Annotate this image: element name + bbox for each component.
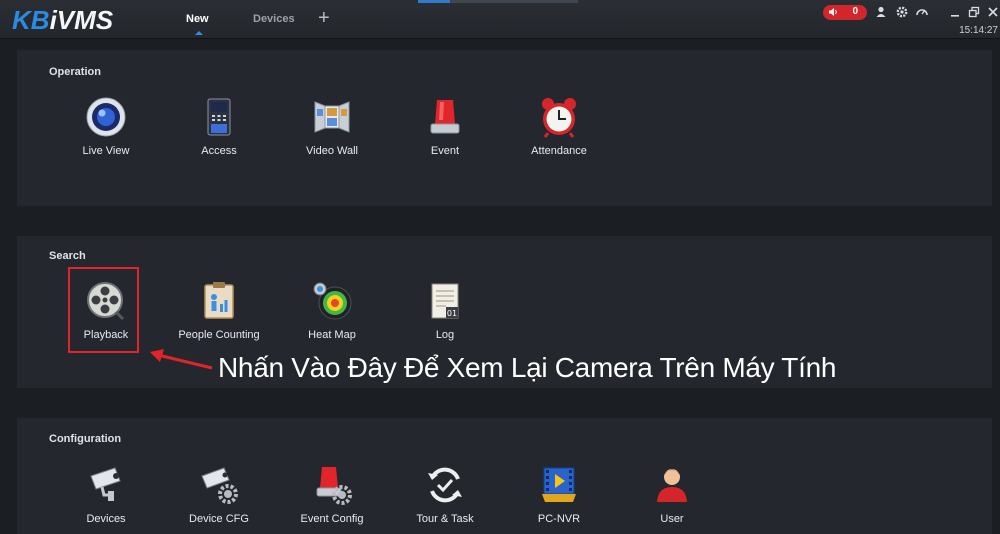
playback-highlight-box xyxy=(68,267,139,353)
video-wall-label: Video Wall xyxy=(306,145,358,157)
people-counting-icon xyxy=(204,282,234,319)
top-scroll-indicator xyxy=(418,0,450,3)
settings-gear-icon[interactable] xyxy=(895,5,909,19)
event-label: Event xyxy=(430,145,460,157)
alarm-clock-icon xyxy=(542,98,576,138)
user-account-icon[interactable] xyxy=(874,5,888,19)
configuration-title: Configuration xyxy=(49,433,122,445)
close-icon[interactable] xyxy=(986,5,1000,19)
refresh-check-icon xyxy=(428,467,462,503)
log-icon: 01 xyxy=(431,283,459,319)
log-label: Log xyxy=(435,329,455,341)
alarm-button[interactable]: 0 xyxy=(823,5,867,20)
performance-gauge-icon[interactable] xyxy=(915,5,929,19)
minimize-icon[interactable] xyxy=(948,5,962,19)
user-label: User xyxy=(660,513,684,525)
device-cfg-tile[interactable]: Device CFG xyxy=(163,464,275,525)
heat-map-icon xyxy=(313,282,352,320)
configuration-panel: Configuration Devices Device CFG Event C… xyxy=(17,418,992,534)
clock-display: 15:14:27 xyxy=(959,25,998,36)
heat-map-label: Heat Map xyxy=(308,329,356,341)
tour-task-tile[interactable]: Tour & Task xyxy=(389,464,501,525)
devices-tile[interactable]: Devices xyxy=(50,464,162,525)
alarm-count: 0 xyxy=(852,6,858,17)
live-view-tile[interactable]: Live View xyxy=(50,96,162,157)
app-logo: KBiVMS xyxy=(12,5,113,36)
operation-panel: Operation Live View Access Video Wall Ev… xyxy=(17,50,992,206)
pc-nvr-tile[interactable]: PC-NVR xyxy=(503,464,615,525)
camera-gear-icon xyxy=(201,467,238,504)
logo-ivms: iVMS xyxy=(49,5,114,35)
video-file-icon xyxy=(542,467,576,502)
event-icon xyxy=(430,100,460,134)
user-tile[interactable]: User xyxy=(616,464,728,525)
event-config-label: Event Config xyxy=(300,513,364,525)
attendance-tile[interactable]: Attendance xyxy=(503,96,615,157)
devices-label: Devices xyxy=(86,513,126,525)
operation-title: Operation xyxy=(49,66,101,78)
live-view-label: Live View xyxy=(82,145,130,157)
svg-text:01: 01 xyxy=(447,309,457,318)
event-gear-icon xyxy=(316,467,352,505)
access-tile[interactable]: Access xyxy=(163,96,275,157)
annotation-caption: Nhấn Vào Đây Để Xem Lại Camera Trên Máy … xyxy=(218,352,837,383)
tour-task-label: Tour & Task xyxy=(416,513,474,525)
live-view-icon xyxy=(86,97,126,137)
camera-icon xyxy=(90,467,121,501)
restore-icon[interactable] xyxy=(967,5,981,19)
user-icon xyxy=(657,469,687,502)
tab-new[interactable]: New xyxy=(186,13,209,25)
tab-active-pointer xyxy=(195,31,203,35)
pc-nvr-label: PC-NVR xyxy=(537,513,581,525)
access-label: Access xyxy=(201,145,237,157)
access-icon xyxy=(207,98,231,136)
people-counting-tile[interactable]: People Counting xyxy=(163,280,275,341)
title-bar: KBiVMS New Devices + 0 15:14:27 xyxy=(0,0,1000,39)
heat-map-tile[interactable]: Heat Map xyxy=(276,280,388,341)
add-tab-icon[interactable]: + xyxy=(318,8,330,28)
video-wall-icon xyxy=(314,101,350,133)
annotation-arrow-icon xyxy=(150,349,213,370)
event-tile[interactable]: Event xyxy=(389,96,501,157)
speaker-icon xyxy=(829,8,837,16)
attendance-label: Attendance xyxy=(531,145,587,157)
tab-devices[interactable]: Devices xyxy=(253,13,295,25)
video-wall-tile[interactable]: Video Wall xyxy=(276,96,388,157)
event-config-tile[interactable]: Event Config xyxy=(276,464,388,525)
search-title: Search xyxy=(49,250,86,262)
device-cfg-label: Device CFG xyxy=(189,513,249,525)
log-tile[interactable]: 01 Log xyxy=(389,280,501,341)
logo-kb: KB xyxy=(12,5,50,35)
